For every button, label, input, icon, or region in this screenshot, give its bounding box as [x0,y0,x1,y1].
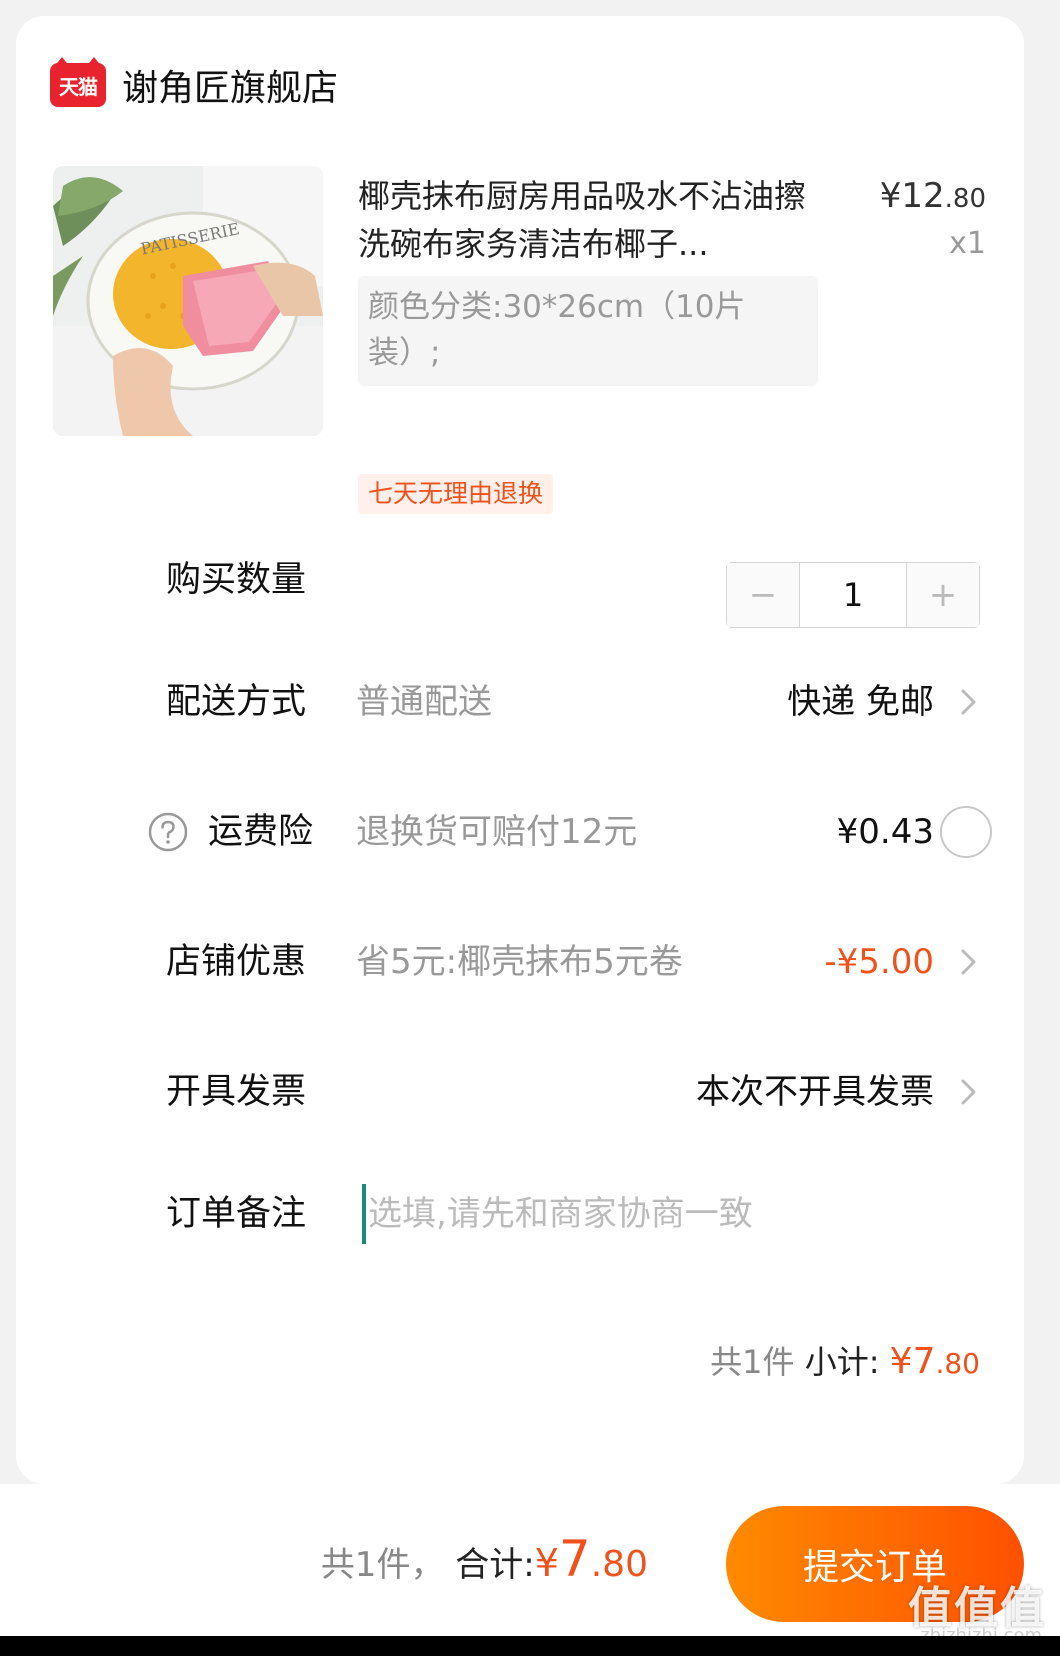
quantity-minus-button[interactable]: − [727,563,799,627]
subtotal: 共1件 小计: ¥7.80 [710,1332,980,1394]
note-row: 订单备注 [16,1184,1024,1244]
invoice-value: 本次不开具发票 [696,1072,934,1112]
subtotal-symbol: ¥ [889,1341,913,1382]
delivery-label: 配送方式 [166,682,307,722]
subtotal-int: 7 [912,1341,936,1382]
product-photo-illustration: PATISSERIE [53,166,323,436]
subtotal-count: 共1件 [710,1343,795,1381]
help-icon[interactable] [148,812,188,852]
price-int: 12 [901,176,945,216]
return-policy-tag: 七天无理由退换 [358,474,554,514]
invoice-row[interactable]: 开具发票 本次不开具发票 [16,1062,1024,1122]
price-symbol: ¥ [879,176,902,216]
total-count: 共1件， [320,1545,445,1585]
coupon-label: 店铺优惠 [166,942,307,982]
subtotal-dec: .80 [935,1347,980,1380]
invoice-label: 开具发票 [166,1072,307,1112]
shop-name[interactable]: 谢角匠旗舰店 [122,59,338,111]
note-input[interactable] [362,1184,922,1244]
checkout-footer: 共1件， 合计:¥7.80 提交订单 [0,1484,1060,1636]
subtotal-label: 小计: [804,1343,880,1381]
insurance-desc: 退换货可赔付12元 [356,812,638,852]
quantity-stepper: − 1 + [726,562,980,628]
chevron-right-icon [961,1079,976,1105]
note-label: 订单备注 [166,1194,307,1234]
total-symbol: ¥ [534,1541,559,1585]
quantity-value[interactable]: 1 [799,563,907,627]
coupon-row[interactable]: 店铺优惠 省5元:椰壳抹布5元卷 -¥5.00 [16,932,1024,992]
order-card: 天猫 谢角匠旗舰店 PATISSERIE 椰壳抹布厨房用品吸水不沾油擦洗碗布家务… [16,16,1024,1484]
quantity-label: 购买数量 [166,560,307,600]
insurance-label: 运费险 [208,812,314,852]
total-label: 合计: [455,1545,535,1585]
system-bottom-bar [0,1636,1060,1656]
product-quantity-label: x1 [949,226,986,261]
quantity-plus-button[interactable]: + [907,563,979,627]
shop-header[interactable]: 天猫 谢角匠旗舰店 [50,57,338,111]
price-dec: .80 [944,184,986,214]
product-title[interactable]: 椰壳抹布厨房用品吸水不沾油擦洗碗布家务清洁布椰子... [358,172,818,268]
chevron-right-icon [961,949,976,975]
total-int: 7 [558,1530,591,1588]
subtotal-amount: ¥7.80 [890,1341,980,1382]
insurance-radio[interactable] [940,806,992,858]
insurance-price: ¥0.43 [836,812,934,852]
total-dec: .80 [590,1544,648,1585]
tmall-logo: 天猫 [50,57,106,107]
total-summary: 共1件， 合计:¥7.80 [321,1524,648,1600]
coupon-desc: 省5元:椰壳抹布5元卷 [356,942,683,982]
product-image[interactable]: PATISSERIE [53,166,323,436]
product-sku[interactable]: 颜色分类:30*26cm（10片装）; [358,276,818,386]
delivery-row[interactable]: 配送方式 普通配送 快递 免邮 [16,672,1024,732]
product-price: ¥12.80 [880,176,986,216]
delivery-method: 普通配送 [356,682,492,722]
insurance-row: 运费险 退换货可赔付12元 ¥0.43 [16,802,1024,862]
chevron-right-icon [961,689,976,715]
tmall-badge-text: 天猫 [59,74,98,99]
delivery-value: 快递 免邮 [787,682,934,722]
coupon-value: -¥5.00 [824,942,934,982]
